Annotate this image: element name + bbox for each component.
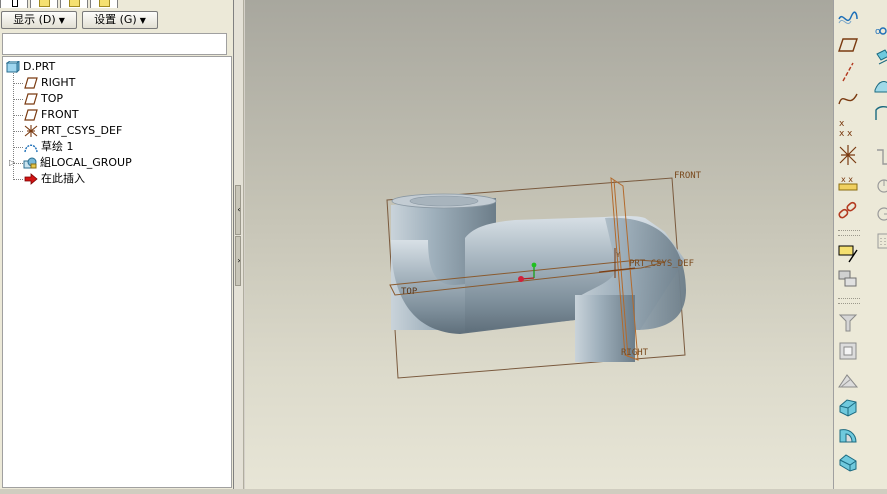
revolve-tool-icon[interactable] <box>837 424 859 446</box>
tree-button-row: 显示 (D) ▼ 设置 (G) ▼ <box>0 10 234 30</box>
model-tree-panel: 显示 (D) ▼ 设置 (G) ▼ D.PRT RIGHT TOP FRONT … <box>0 0 234 494</box>
coordinate-system-icon <box>24 125 38 137</box>
history-folder-icon <box>99 0 110 7</box>
insert-here-arrow-icon <box>24 173 38 185</box>
sketch-tool-icon[interactable] <box>837 242 859 264</box>
round-tool-icon[interactable] <box>873 146 887 168</box>
chain-link-icon[interactable] <box>837 200 859 222</box>
tab-folder-browser[interactable] <box>30 0 58 8</box>
rib-tool-icon[interactable] <box>873 202 887 224</box>
chamfer-tool-icon[interactable] <box>873 174 887 196</box>
sketch-icon <box>24 144 38 153</box>
settings-dropdown-button[interactable]: 设置 (G) ▼ <box>82 11 158 29</box>
datum-plane-tool-icon[interactable] <box>837 34 859 56</box>
tree-item-label: PRT_CSYS_DEF <box>41 124 123 137</box>
favorites-folder-icon <box>69 0 80 7</box>
chevron-down-icon: ▼ <box>139 16 146 25</box>
tab-history[interactable] <box>90 0 118 8</box>
show-dropdown-label: 显示 (D) <box>13 13 56 26</box>
collapse-left-icon[interactable]: ‹ <box>235 206 243 214</box>
model-scene: FRONT TOP RIGHT PRT_CSYS_DEF Y <box>386 171 702 379</box>
draft-tool-icon[interactable] <box>837 369 859 391</box>
surface-tool-icon[interactable] <box>873 74 887 96</box>
svg-text:x: x <box>839 129 845 138</box>
datum-curve-wave-icon[interactable] <box>837 7 859 29</box>
tab-model-tree[interactable] <box>0 0 28 8</box>
extrude-tool-icon[interactable] <box>837 396 859 418</box>
chevron-down-icon: ▼ <box>58 16 65 25</box>
datum-plane-icon <box>24 109 38 121</box>
tree-item-label: RIGHT <box>41 76 76 89</box>
model-tree: D.PRT RIGHT TOP FRONT PRT_CSYS_DEF 草绘 1 <box>2 56 232 488</box>
datum-plane-icon <box>24 93 38 105</box>
analysis-tool-icon[interactable]: x x <box>837 172 859 194</box>
tree-item-label: FRONT <box>41 108 79 121</box>
right-plane-label: RIGHT <box>621 348 649 358</box>
svg-text:o: o <box>875 27 881 37</box>
tree-header-strip <box>2 33 227 55</box>
pattern-tool-icon[interactable] <box>873 230 887 252</box>
panel-tabs <box>0 0 234 10</box>
tree-root-label: D.PRT <box>23 60 56 73</box>
svg-text:x: x <box>839 119 845 129</box>
copy-tool-icon[interactable] <box>837 268 859 290</box>
shell-tool-icon[interactable] <box>837 340 859 362</box>
folder-icon <box>39 0 50 7</box>
tab-favorites[interactable] <box>60 0 88 8</box>
part-icon <box>6 61 20 73</box>
top-plane-label: TOP <box>401 287 418 297</box>
coordinate-system-tool-icon[interactable] <box>837 144 859 166</box>
show-dropdown-button[interactable]: 显示 (D) ▼ <box>1 11 77 29</box>
graphics-viewport[interactable]: FRONT TOP RIGHT PRT_CSYS_DEF Y <box>245 0 833 494</box>
boundary-tool-icon[interactable] <box>873 102 887 124</box>
csys-label: PRT_CSYS_DEF <box>629 259 694 269</box>
tree-item-label: 草绘 1 <box>41 140 74 153</box>
datum-plane-icon <box>24 77 38 89</box>
front-plane-label: FRONT <box>674 171 702 181</box>
datum-point-icon[interactable]: xx x <box>837 116 859 138</box>
bottom-edge <box>0 489 887 494</box>
panel-splitter[interactable]: ‹ › <box>234 0 244 494</box>
point-offset-icon[interactable]: o <box>873 20 887 42</box>
local-group-icon <box>23 157 37 169</box>
sweep-tool-icon[interactable] <box>837 451 859 473</box>
svg-text:x x: x x <box>841 175 853 184</box>
expand-right-icon[interactable]: › <box>235 257 243 265</box>
svg-text:x: x <box>847 129 853 138</box>
sketched-curve-icon[interactable] <box>837 88 859 110</box>
app-window: 显示 (D) ▼ 设置 (G) ▼ D.PRT RIGHT TOP FRONT … <box>0 0 887 494</box>
move-tool-icon[interactable] <box>873 46 887 68</box>
expand-arrow-icon[interactable]: ▷ <box>9 155 15 171</box>
tree-item-label: 在此插入 <box>41 172 85 185</box>
tree-item-label: TOP <box>41 92 64 105</box>
model-tree-tab-icon <box>12 0 18 7</box>
feature-toolbar: xxx x x o <box>833 0 887 494</box>
trim-tool-icon[interactable] <box>837 311 859 333</box>
tree-item-label: 組LOCAL_GROUP <box>40 156 132 169</box>
datum-axis-icon[interactable] <box>837 61 859 83</box>
settings-dropdown-label: 设置 (G) <box>94 13 137 26</box>
